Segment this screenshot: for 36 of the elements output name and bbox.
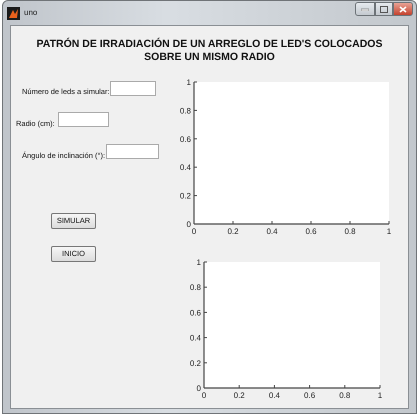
tick-label: 0.8 <box>344 227 356 236</box>
tick-label: 0 <box>186 220 191 229</box>
app-icon <box>7 6 20 20</box>
tick-label: 0.4 <box>190 334 201 343</box>
tick-label: 0.2 <box>227 227 239 236</box>
tick-label: 0 <box>202 391 206 400</box>
tick-label: 0.6 <box>180 134 191 144</box>
tick-label: 0.8 <box>190 283 201 292</box>
tick-label: 1 <box>196 258 201 267</box>
tick-label: 0.6 <box>305 227 317 236</box>
tick-label: 1 <box>378 391 382 400</box>
close-icon <box>399 6 407 12</box>
input-field[interactable] <box>58 112 109 127</box>
tick-label: 0.2 <box>190 358 201 368</box>
input-field[interactable] <box>106 144 159 159</box>
tick-label: 0.6 <box>304 391 316 400</box>
tick-label: 0.2 <box>180 192 191 201</box>
tick-label: 1 <box>386 227 392 236</box>
tick-label: 0.2 <box>234 391 245 400</box>
close-button[interactable] <box>393 2 413 16</box>
tick-label: 0.8 <box>180 106 191 116</box>
tick-label: 0.6 <box>190 308 201 318</box>
tick-label: 1 <box>186 78 191 87</box>
window-title: uno <box>24 7 38 19</box>
tick-label: 0.4 <box>266 227 278 236</box>
maximize-icon <box>380 6 388 12</box>
tick-label: 0.4 <box>180 163 191 172</box>
title-heading: PATRÓN DE IRRADIACIÓN DE UN ARREGLO DE LED'S COLOCADOS SOBRE UN MISMO RADIO <box>36 38 384 63</box>
tick-label: 0.8 <box>339 391 350 400</box>
minimize-icon <box>361 8 369 10</box>
minimize-button[interactable] <box>355 2 375 16</box>
tick-label: 0 <box>192 227 196 236</box>
input-field[interactable] <box>110 81 156 96</box>
tick-label: 0.4 <box>268 391 280 400</box>
tick-label: 0 <box>196 384 201 393</box>
maximize-button[interactable] <box>375 2 393 16</box>
